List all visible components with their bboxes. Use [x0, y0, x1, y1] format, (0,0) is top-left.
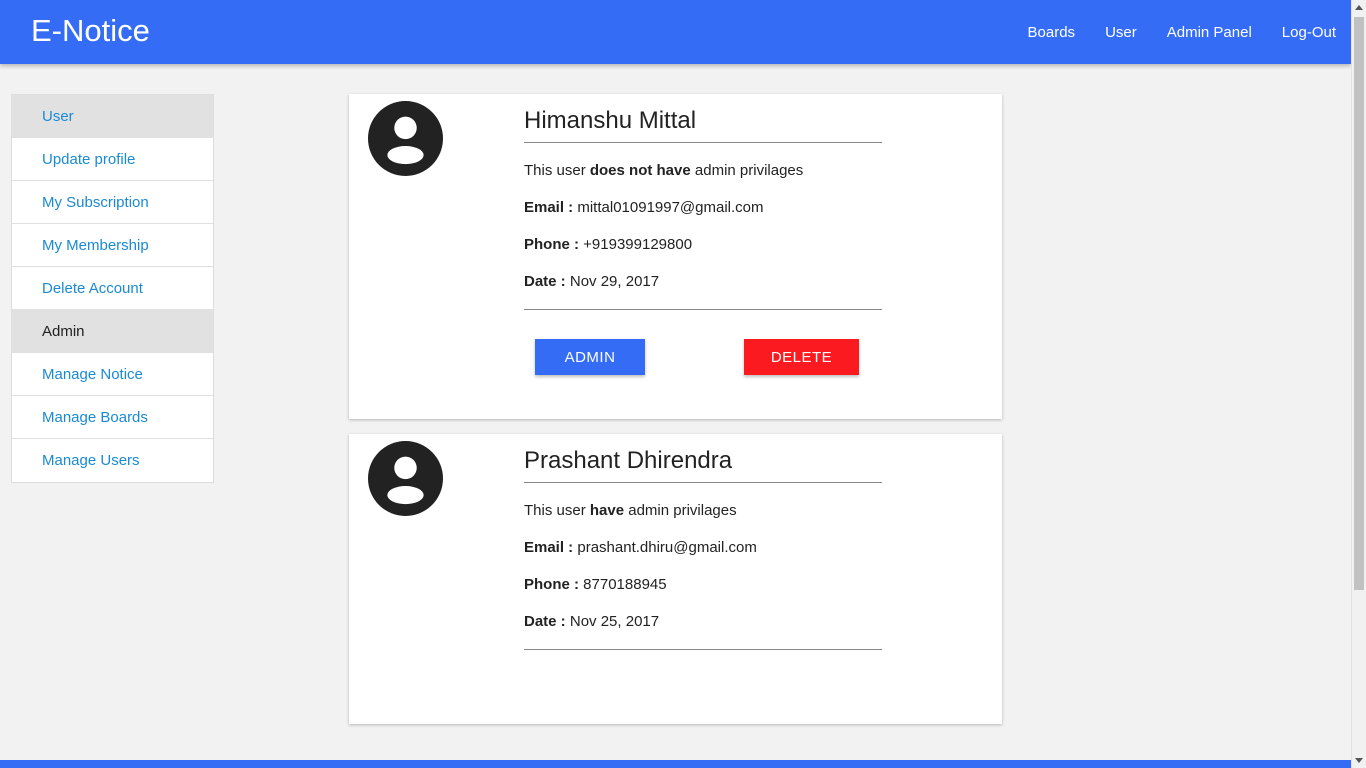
footer-bar [0, 760, 1351, 768]
email-line: Email : prashant.dhiru@gmail.com [524, 539, 882, 557]
user-details: Himanshu Mittal This user does not have … [524, 94, 882, 310]
scroll-up-icon[interactable] [1355, 5, 1363, 10]
nav-boards[interactable]: Boards [1028, 24, 1076, 41]
user-card: Himanshu Mittal This user does not have … [349, 94, 1002, 419]
sidebar-item-user[interactable]: User [12, 95, 213, 138]
status-suffix: admin privilages [628, 502, 737, 519]
scroll-down-icon[interactable] [1355, 758, 1363, 763]
nav-user[interactable]: User [1105, 24, 1137, 41]
sidebar-item-manage-users[interactable]: Manage Users [12, 439, 213, 482]
divider [524, 309, 882, 310]
phone-line: Phone : 8770188945 [524, 576, 882, 594]
account-circle-icon [368, 101, 443, 176]
status-suffix: admin privilages [694, 162, 804, 179]
sidebar-item-manage-notice[interactable]: Manage Notice [12, 353, 213, 396]
status-bold: have [589, 502, 625, 519]
admin-status: This user have admin privilages [524, 502, 882, 520]
sidebar-item-admin: Admin [12, 310, 213, 353]
user-card: Prashant Dhirendra This user have admin … [349, 434, 1002, 724]
phone-value: +919399129800 [583, 236, 693, 253]
email-line: Email : mittal01091997@gmail.com [524, 199, 882, 217]
phone-label: Phone : [524, 236, 579, 253]
divider [524, 649, 882, 650]
email-value: mittal01091997@gmail.com [577, 199, 764, 216]
account-circle-icon [368, 441, 443, 516]
brand-logo[interactable]: E-Notice [31, 13, 150, 49]
sidebar-menu: User Update profile My Subscription My M… [11, 94, 214, 483]
phone-label: Phone : [524, 576, 579, 593]
admin-status: This user does not have admin privilages [524, 162, 882, 180]
email-label: Email : [524, 539, 574, 556]
nav-admin-panel[interactable]: Admin Panel [1167, 24, 1252, 41]
user-details: Prashant Dhirendra This user have admin … [524, 434, 882, 650]
nav-log-out[interactable]: Log-Out [1282, 24, 1336, 41]
phone-line: Phone : +919399129800 [524, 236, 882, 254]
date-value: Nov 29, 2017 [569, 273, 660, 290]
scroll-thumb[interactable] [1354, 17, 1364, 590]
status-bold: does not have [589, 162, 691, 179]
sidebar-item-my-membership[interactable]: My Membership [12, 224, 213, 267]
email-value: prashant.dhiru@gmail.com [577, 539, 757, 556]
date-line: Date : Nov 29, 2017 [524, 273, 882, 291]
make-admin-button[interactable]: ADMIN [535, 339, 645, 375]
sidebar-item-manage-boards[interactable]: Manage Boards [12, 396, 213, 439]
sidebar-item-delete-account[interactable]: Delete Account [12, 267, 213, 310]
user-name: Himanshu Mittal [524, 94, 882, 143]
date-label: Date : [524, 613, 566, 630]
status-prefix: This user [524, 502, 586, 519]
top-navbar: E-Notice Boards User Admin Panel Log-Out [0, 0, 1351, 64]
vertical-scrollbar[interactable] [1351, 0, 1366, 768]
nav-links: Boards User Admin Panel Log-Out [998, 0, 1336, 64]
email-label: Email : [524, 199, 574, 216]
status-prefix: This user [524, 162, 586, 179]
date-line: Date : Nov 25, 2017 [524, 613, 882, 631]
sidebar-item-update-profile[interactable]: Update profile [12, 138, 213, 181]
delete-user-button[interactable]: DELETE [744, 339, 859, 375]
date-value: Nov 25, 2017 [569, 613, 660, 630]
phone-value: 8770188945 [583, 576, 667, 593]
sidebar-item-my-subscription[interactable]: My Subscription [12, 181, 213, 224]
date-label: Date : [524, 273, 566, 290]
user-name: Prashant Dhirendra [524, 434, 882, 483]
